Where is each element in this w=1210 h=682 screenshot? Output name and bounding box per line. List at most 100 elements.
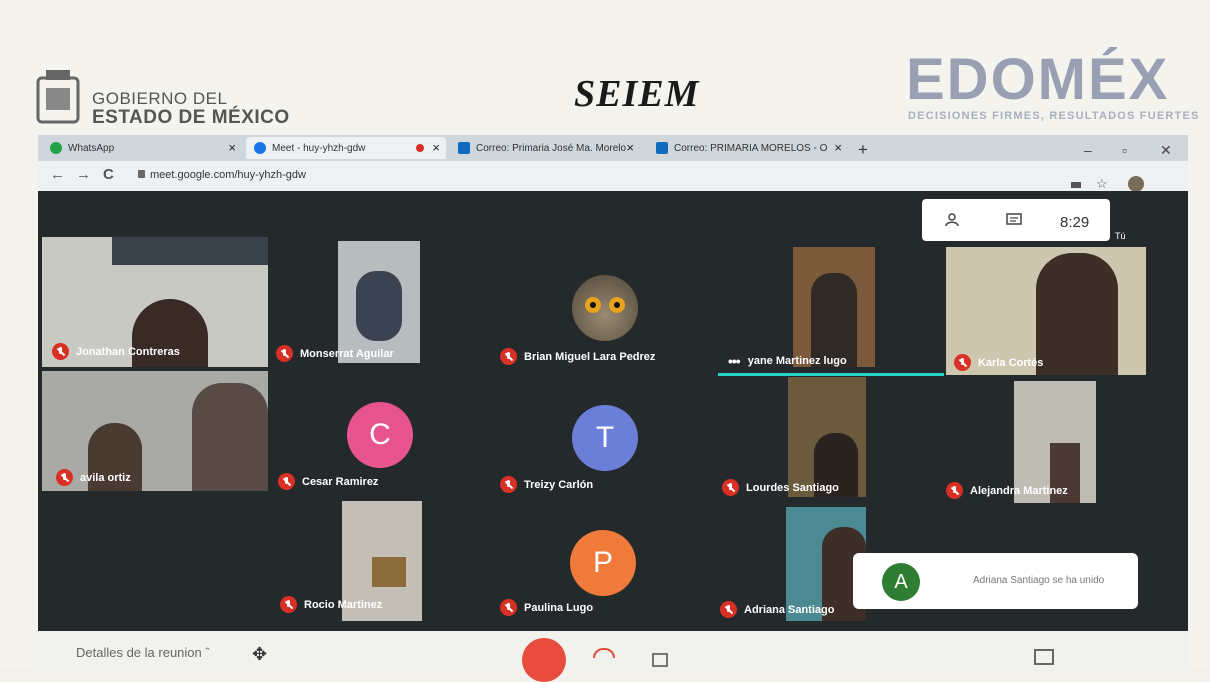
present-screen-button[interactable] (1034, 649, 1054, 665)
join-notification: A Adriana Santiago se ha unido (853, 553, 1138, 609)
back-button[interactable]: ← (50, 166, 65, 183)
meeting-clock: 8:29 (1060, 214, 1090, 231)
mic-muted-icon (720, 601, 737, 618)
forward-button[interactable]: → (76, 166, 91, 183)
participant-name: Paulina Lugo (500, 599, 593, 616)
mic-muted-icon (52, 343, 69, 360)
participant-name-text: avila ortiz (80, 471, 131, 484)
speaking-indicator (718, 373, 944, 376)
reload-button[interactable]: C (103, 166, 114, 183)
participant-tile[interactable] (793, 247, 875, 367)
participant-name-text: Rocio Martinez (304, 598, 383, 611)
chat-icon[interactable] (1006, 213, 1022, 227)
participant-name: Alejandra Martinez (946, 482, 1068, 499)
mic-muted-icon (722, 479, 739, 496)
participant-name: Brian Miguel Lara Pedrez (500, 348, 655, 365)
participant-name: Rocio Martinez (280, 596, 382, 613)
government-title: GOBIERNO DEL ESTADO DE MÉXICO (92, 90, 290, 128)
close-tab-icon[interactable]: × (834, 140, 842, 155)
tab-correo-2[interactable]: Correo: PRIMARIA MORELOS - O × (648, 137, 848, 159)
edomex-logo: EDOMÉX (906, 47, 1170, 112)
mic-muted-icon (500, 476, 517, 493)
mic-muted-icon (946, 482, 963, 499)
participant-name-text: Monserrat Aguilar (300, 347, 394, 360)
participant-name-text: Alejandra Martinez (970, 484, 1068, 497)
participant-name: Monserrat Aguilar (276, 345, 394, 362)
participant-name: Jonathan Contreras (52, 343, 180, 360)
tab-correo-1[interactable]: Correo: Primaria José Ma. Morelo × (450, 137, 640, 159)
participant-name-text: Paulina Lugo (524, 601, 594, 614)
participant-name: avila ortiz (56, 469, 131, 486)
owl-eye-icon (585, 297, 601, 313)
participant-name: Lourdes Santiago (722, 479, 839, 496)
mic-muted-icon (500, 348, 517, 365)
close-window-button[interactable]: ✕ (1160, 142, 1172, 159)
people-icon[interactable] (945, 213, 959, 227)
profile-avatar[interactable] (1128, 176, 1144, 192)
mic-muted-icon (278, 473, 295, 490)
seiem-title: SEIEM (574, 73, 700, 115)
speaking-dots-icon: ••• (728, 353, 741, 369)
participant-name-text: Karla Cortés (978, 356, 1044, 369)
participant-avatar: C (347, 402, 413, 468)
participant-name: ••• yane Martinez lugo (728, 353, 847, 369)
browser-tab-bar: WhatsApp × Meet - huy-yhzh-gdw × Correo:… (38, 135, 1188, 161)
toast-message: Adriana Santiago se ha unido (973, 575, 1105, 586)
gov-line-2: ESTADO DE MÉXICO (92, 106, 290, 128)
tab-label: Correo: PRIMARIA MORELOS - O (674, 142, 828, 154)
self-view-label: Tú (1115, 231, 1126, 241)
mic-muted-icon (56, 469, 73, 486)
participant-name-text: Lourdes Santiago (746, 481, 839, 494)
participant-name: Adriana Santiago (720, 601, 834, 618)
tab-label: Meet - huy-yhzh-gdw (272, 142, 366, 154)
maximize-button[interactable]: ▫ (1122, 142, 1127, 158)
meet-icon (254, 142, 266, 154)
camera-toggle-button[interactable] (652, 653, 668, 667)
participant-name-text: Cesar Ramirez (302, 475, 379, 488)
participant-avatar: P (570, 530, 636, 596)
close-tab-icon[interactable]: × (626, 140, 634, 155)
government-seal-icon (36, 70, 80, 124)
tab-whatsapp[interactable]: WhatsApp × (42, 137, 242, 159)
whatsapp-icon (50, 142, 62, 154)
edomex-tagline: DECISIONES FIRMES, RESULTADOS FUERTES (908, 110, 1200, 122)
participant-name-text: Jonathan Contreras (76, 345, 180, 358)
participant-video (356, 271, 402, 341)
tab-label: Correo: Primaria José Ma. Morelo (476, 142, 627, 154)
camera-indicator-icon (1071, 182, 1081, 188)
gov-line-1: GOBIERNO DEL (92, 89, 228, 108)
participant-name-text: Treizy Carlón (524, 478, 594, 491)
close-tab-icon[interactable]: × (432, 140, 440, 155)
meeting-details-button[interactable]: Detalles de la reunion ˆ (76, 645, 210, 660)
meet-bottom-bar (38, 631, 1188, 667)
tab-label: WhatsApp (68, 142, 115, 154)
url-field[interactable]: meet.google.com/huy-yhzh-gdw (150, 169, 306, 181)
outlook-icon (458, 142, 470, 154)
owl-avatar (572, 275, 638, 341)
mic-muted-icon (500, 599, 517, 616)
owl-eye-icon (609, 297, 625, 313)
lock-icon (138, 170, 145, 178)
toast-avatar: A (882, 563, 920, 601)
participant-video (1036, 253, 1118, 375)
participant-name-text: Adriana Santiago (744, 603, 835, 616)
participant-name: Cesar Ramirez (278, 473, 378, 490)
close-tab-icon[interactable]: × (228, 140, 236, 155)
participant-video (192, 383, 268, 491)
mic-muted-icon (280, 596, 297, 613)
participant-name-text: yane Martinez lugo (747, 355, 847, 367)
participant-name: Karla Cortés (954, 354, 1043, 371)
microphone-toggle-button[interactable] (522, 638, 566, 682)
participant-name-text: Brian Miguel Lara Pedrez (524, 350, 656, 363)
chevron-up-icon: ˆ (205, 645, 210, 660)
recording-dot-icon (416, 144, 424, 152)
tab-meet[interactable]: Meet - huy-yhzh-gdw × (246, 137, 446, 159)
meeting-details-label: Detalles de la reunion (76, 645, 202, 660)
participant-video (372, 557, 406, 587)
mic-muted-icon (276, 345, 293, 362)
move-cursor-icon: ✥ (252, 644, 268, 664)
new-tab-button[interactable]: + (858, 140, 868, 160)
minimize-button[interactable]: – (1084, 142, 1092, 158)
participant-video (112, 237, 268, 265)
star-icon[interactable]: ☆ (1096, 176, 1108, 192)
